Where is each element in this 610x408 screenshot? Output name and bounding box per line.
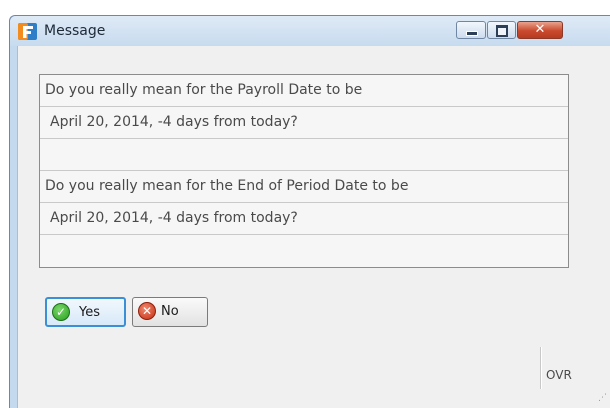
close-icon: ✕	[534, 22, 546, 37]
window-title: Message	[44, 23, 106, 39]
message-list: Do you really mean for the Payroll Date …	[39, 74, 569, 268]
checkmark-icon: ✓	[52, 303, 70, 321]
overwrite-mode-indicator: OVR	[546, 368, 572, 382]
no-button-label: No	[161, 304, 179, 319]
yes-button[interactable]: ✓ Yes	[45, 297, 126, 327]
maximize-icon	[496, 25, 508, 37]
minimize-button[interactable]	[456, 21, 486, 39]
x-icon: ✕	[138, 302, 156, 320]
message-line: Do you really mean for the Payroll Date …	[40, 75, 568, 107]
message-line: April 20, 2014, -4 days from today?	[40, 107, 568, 139]
close-button[interactable]: ✕	[517, 21, 563, 39]
message-line	[40, 235, 568, 267]
status-divider	[540, 347, 542, 389]
app-logo-icon	[18, 23, 37, 40]
resize-grip-icon[interactable]: ⋰	[598, 394, 608, 404]
message-line: Do you really mean for the End of Period…	[40, 171, 568, 203]
message-window: Message ✕ Do you really mean for the Pay…	[9, 15, 610, 408]
yes-button-label: Yes	[79, 305, 100, 320]
minimize-icon	[466, 31, 478, 36]
message-line	[40, 139, 568, 171]
no-button[interactable]: ✕ No	[132, 297, 208, 327]
maximize-button[interactable]	[487, 21, 516, 39]
dialog-body: Do you really mean for the Payroll Date …	[17, 46, 610, 408]
title-bar[interactable]: Message ✕	[10, 16, 610, 46]
message-line: April 20, 2014, -4 days from today?	[40, 203, 568, 235]
